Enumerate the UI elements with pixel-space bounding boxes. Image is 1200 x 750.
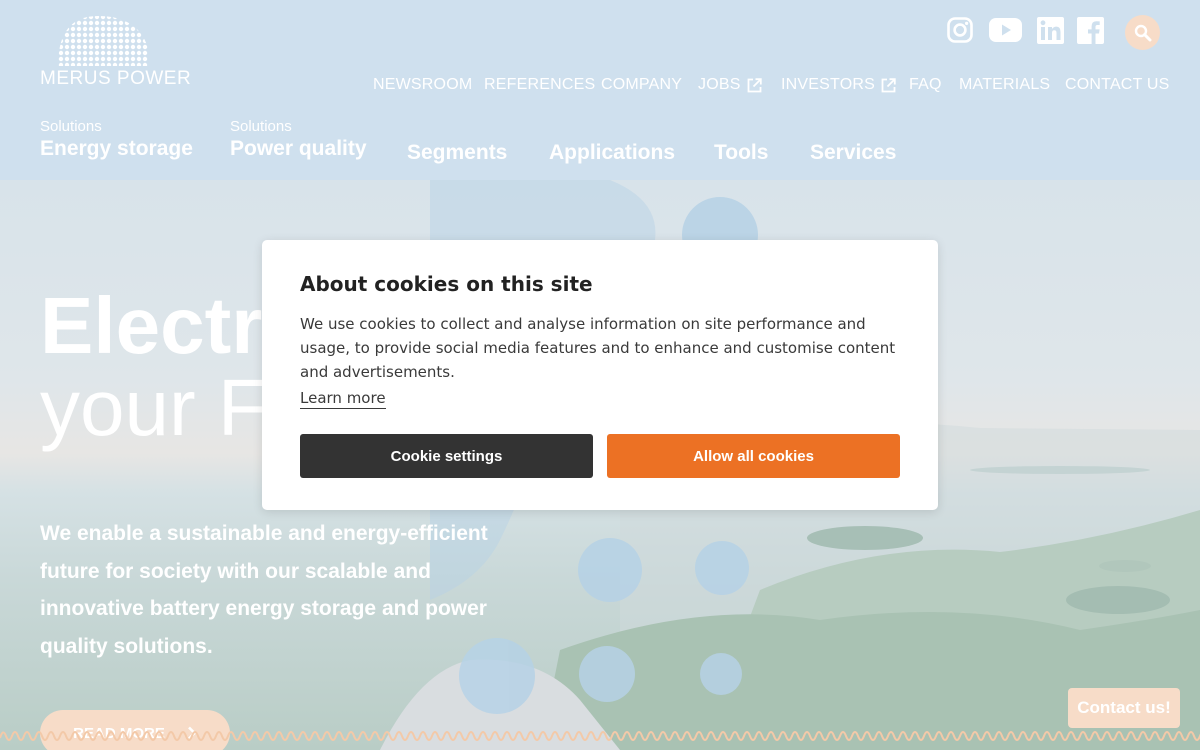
hero-title-bold: Electri: [40, 281, 285, 370]
main-nav-energy-storage[interactable]: Solutions Energy storage: [40, 118, 193, 161]
top-nav-jobs[interactable]: JOBS: [698, 76, 762, 94]
main-nav-label: Applications: [549, 141, 676, 164]
cookie-dialog-title: About cookies on this site: [300, 272, 593, 296]
main-nav-small-label: Solutions: [40, 118, 102, 135]
cookie-dialog-actions: Cookie settings Allow all cookies: [300, 434, 900, 478]
top-nav-references[interactable]: REFERENCES: [484, 76, 595, 94]
top-nav-investors[interactable]: INVESTORS: [781, 76, 896, 94]
linkedin-icon[interactable]: [1036, 16, 1064, 44]
search-button[interactable]: [1125, 15, 1160, 50]
top-nav-faq[interactable]: FAQ: [909, 76, 942, 94]
instagram-icon[interactable]: [946, 16, 974, 44]
main-nav-small-label: Solutions: [230, 118, 292, 135]
wave-divider: [0, 731, 1200, 741]
main-nav-power-quality[interactable]: Solutions Power quality: [230, 118, 367, 161]
hero-title-light: your F: [40, 363, 267, 452]
main-nav-label: Energy storage: [40, 137, 193, 160]
contact-us-button[interactable]: Contact us!: [1068, 688, 1180, 728]
cookie-settings-button[interactable]: Cookie settings: [300, 434, 593, 478]
external-link-icon: [881, 77, 896, 92]
youtube-icon[interactable]: [988, 16, 1022, 44]
external-link-icon: [747, 77, 762, 92]
site-header: MERUS POWER NEWSROOM REFERENCES COMPANY …: [0, 0, 1200, 180]
search-icon: [1134, 24, 1151, 41]
learn-more-link[interactable]: Learn more: [300, 388, 386, 409]
main-nav-applications[interactable]: Applications: [549, 141, 675, 165]
top-nav-contact-us[interactable]: CONTACT US: [1065, 76, 1170, 94]
top-nav-company[interactable]: COMPANY: [601, 76, 682, 94]
main-nav-services[interactable]: Services: [810, 141, 896, 165]
cookie-dialog-body: We use cookies to collect and analyse in…: [300, 315, 896, 381]
top-navigation: NEWSROOM REFERENCES COMPANY JOBS INVESTO…: [0, 76, 1200, 96]
hero-title: Electri your F: [40, 285, 285, 449]
logo-dots-icon: [58, 16, 148, 66]
top-nav-newsroom[interactable]: NEWSROOM: [373, 76, 472, 94]
cookie-dialog: About cookies on this site We use cookie…: [262, 240, 938, 510]
main-nav-label: Segments: [407, 141, 508, 164]
main-nav-tools[interactable]: Tools: [714, 141, 768, 165]
facebook-icon[interactable]: [1076, 16, 1104, 44]
top-nav-materials[interactable]: MATERIALS: [959, 76, 1050, 94]
allow-all-cookies-button[interactable]: Allow all cookies: [607, 434, 900, 478]
main-nav-label: Power quality: [230, 137, 367, 160]
main-nav-label: Services: [810, 141, 897, 164]
main-nav-label: Tools: [714, 141, 769, 164]
hero-description: We enable a sustainable and energy-effic…: [40, 522, 488, 658]
main-nav-segments[interactable]: Segments: [407, 141, 507, 165]
